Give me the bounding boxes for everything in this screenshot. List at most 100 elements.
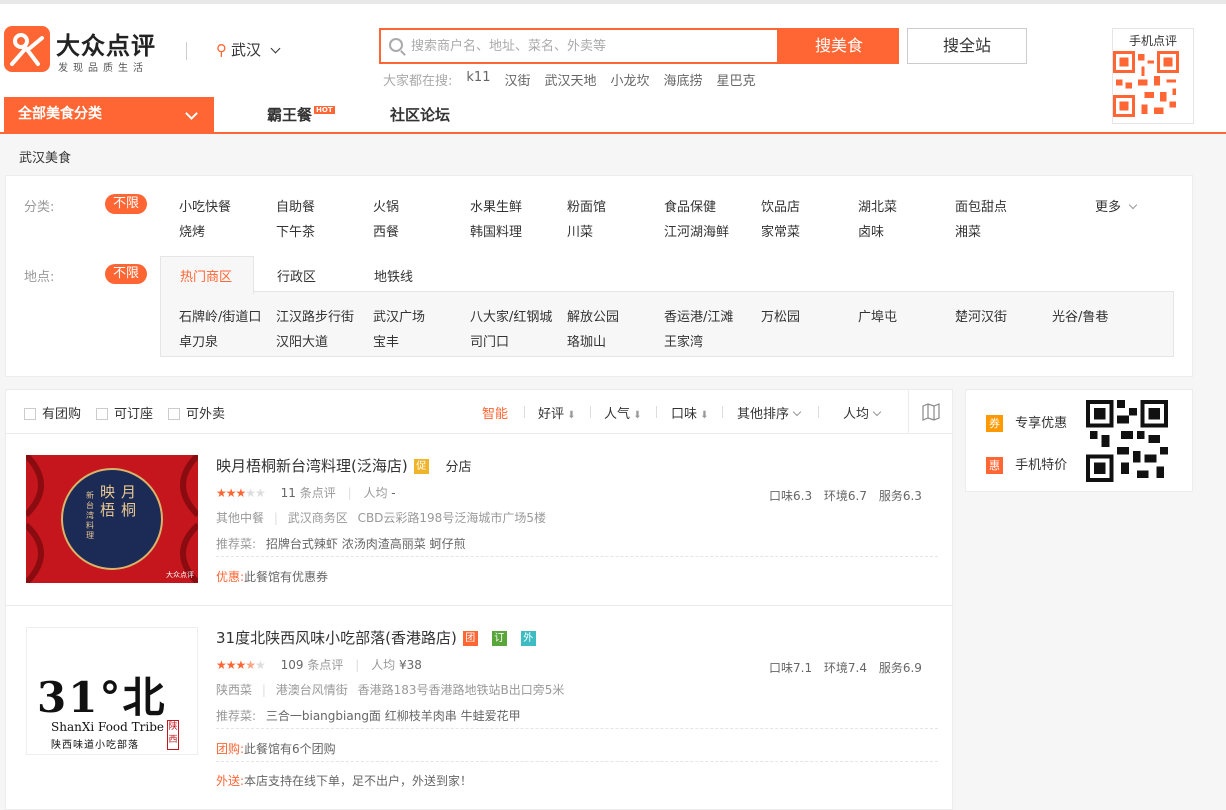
nav-item-bawangcan[interactable]: 霸王餐 HOT xyxy=(267,104,335,125)
review-count-link[interactable]: 11 条点评 xyxy=(281,486,336,500)
tab-hot-area[interactable]: 热门商区 xyxy=(180,266,232,285)
category-option[interactable]: 火锅 xyxy=(373,196,399,215)
nav-item-forum[interactable]: 社区论坛 xyxy=(390,104,450,125)
dish-link[interactable]: 牛蛙爱花甲 xyxy=(461,709,521,723)
sort-rating[interactable]: 好评 ⬇ xyxy=(538,403,576,422)
location-option[interactable]: 八大家/红钢城 xyxy=(470,306,552,325)
promo-row[interactable]: 优惠:此餐馆有优惠券 xyxy=(216,568,328,585)
takeout-badge[interactable]: 外 xyxy=(520,631,536,646)
shop-image[interactable]: 31°北 ShanXi Food Tribe 陕西味道小吃部落 陕西 xyxy=(26,627,198,755)
location-option[interactable]: 广埠屯 xyxy=(858,306,897,325)
location-option[interactable]: 江汉路步行街 xyxy=(276,306,354,325)
tab-metro[interactable]: 地铁线 xyxy=(374,266,413,285)
category-option[interactable]: 江河湖海鲜 xyxy=(664,221,729,240)
shop-name[interactable]: 31度北陕西风味小吃部落(香港路店) xyxy=(216,629,457,647)
promo-key: 团购: xyxy=(216,742,245,756)
logo-text[interactable]: 大众点评 xyxy=(56,26,156,61)
category-unlimited-button[interactable]: 不限 xyxy=(105,194,147,214)
hot-keyword[interactable]: 汉街 xyxy=(504,70,530,89)
more-categories-button[interactable]: 更多 xyxy=(1095,196,1138,215)
category-option[interactable]: 烧烤 xyxy=(179,221,205,240)
sort-taste[interactable]: 口味 ⬇ xyxy=(671,403,709,422)
search-input[interactable] xyxy=(381,30,777,62)
shop-name[interactable]: 映月梧桐新台湾料理(泛海店) xyxy=(216,457,408,475)
groupon-badge[interactable]: 团 xyxy=(462,631,478,646)
location-option[interactable]: 武汉广场 xyxy=(373,306,425,325)
map-view-button[interactable] xyxy=(908,390,952,434)
location-option[interactable]: 王家湾 xyxy=(664,331,703,350)
location-option[interactable]: 宝丰 xyxy=(373,331,399,350)
category-option[interactable]: 自助餐 xyxy=(276,196,315,215)
all-categories-menu[interactable]: 全部美食分类 xyxy=(4,97,214,132)
category-option[interactable]: 面包甜点 xyxy=(955,196,1007,215)
dish-link[interactable]: 招牌台式辣虾 xyxy=(266,537,338,551)
location-option[interactable]: 解放公园 xyxy=(567,306,619,325)
search-food-button[interactable]: 搜美食 xyxy=(779,28,899,64)
category-option[interactable]: 湘菜 xyxy=(955,221,981,240)
dish-link[interactable]: 浓汤肉渣高丽菜 xyxy=(342,537,426,551)
hot-keyword[interactable]: 小龙坎 xyxy=(611,70,650,89)
sort-avg-price[interactable]: 人均 xyxy=(843,403,882,422)
category-option[interactable]: 小吃快餐 xyxy=(179,196,231,215)
category-option[interactable]: 家常菜 xyxy=(761,221,800,240)
location-option[interactable]: 汉阳大道 xyxy=(276,331,328,350)
category-option[interactable]: 饮品店 xyxy=(761,196,800,215)
location-option[interactable]: 香运港/江滩 xyxy=(664,306,733,325)
category-option[interactable]: 食品保健 xyxy=(664,196,716,215)
shop-logo-text: 31°北 xyxy=(37,673,167,722)
hot-keyword[interactable]: 海底捞 xyxy=(664,70,703,89)
shop-image[interactable]: 映月 梧桐 新台湾料理 大众点评 xyxy=(26,455,198,583)
promo-badge[interactable]: 促 xyxy=(413,459,429,474)
shop-scores: 口味6.3 环境6.7 服务6.3 xyxy=(769,487,922,504)
search-all-button[interactable]: 搜全站 xyxy=(907,28,1027,64)
category-option[interactable]: 韩国料理 xyxy=(470,221,522,240)
mobile-qr-box[interactable]: 手机点评 xyxy=(1112,28,1194,124)
location-option[interactable]: 珞珈山 xyxy=(567,331,606,350)
checkbox-groupon[interactable]: 有团购 xyxy=(24,403,81,422)
location-option[interactable]: 司门口 xyxy=(470,331,509,350)
cuisine-tag[interactable]: 陕西菜 xyxy=(216,683,252,697)
category-option[interactable]: 西餐 xyxy=(373,221,399,240)
cuisine-tag[interactable]: 其他中餐 xyxy=(216,511,264,525)
sort-other[interactable]: 其他排序 xyxy=(737,403,802,422)
branch-link[interactable]: 分店 xyxy=(446,460,472,475)
category-option[interactable]: 水果生鲜 xyxy=(470,196,522,215)
district-tag[interactable]: 武汉商务区 xyxy=(288,511,348,525)
avg-label: 人均 xyxy=(371,658,396,672)
dish-link[interactable]: 红柳枝羊肉串 xyxy=(385,709,457,723)
side-item-special[interactable]: 惠 手机特价 xyxy=(986,454,1067,474)
breadcrumb[interactable]: 武汉美食 xyxy=(19,147,71,166)
location-option[interactable]: 石牌岭/街道口 xyxy=(179,306,261,325)
city-selector[interactable]: ⚲ 武汉 xyxy=(216,39,281,60)
location-unlimited-button[interactable]: 不限 xyxy=(105,264,147,284)
tab-district[interactable]: 行政区 xyxy=(277,266,316,285)
category-option[interactable]: 湖北菜 xyxy=(858,196,897,215)
category-option[interactable]: 卤味 xyxy=(858,221,884,240)
category-option[interactable]: 川菜 xyxy=(567,221,593,240)
location-option[interactable]: 卓刀泉 xyxy=(179,331,218,350)
review-count-link[interactable]: 109 条点评 xyxy=(281,658,344,672)
logo-icon[interactable] xyxy=(4,26,50,72)
promo-row[interactable]: 外送:本店支持在线下单，足不出户，外送到家！ xyxy=(216,772,472,789)
location-option[interactable]: 万松园 xyxy=(761,306,800,325)
district-tag[interactable]: 港澳台风情街 xyxy=(276,683,348,697)
category-option[interactable]: 下午茶 xyxy=(276,221,315,240)
side-item-coupon[interactable]: 券 专享优惠 xyxy=(986,412,1067,432)
hot-keyword[interactable]: k11 xyxy=(466,70,490,89)
hot-badge: HOT xyxy=(314,106,335,114)
hot-keyword[interactable]: 星巴克 xyxy=(717,70,756,89)
dish-link[interactable]: 三合一biangbiang面 xyxy=(266,709,381,723)
checkbox-reservation[interactable]: 可订座 xyxy=(96,403,153,422)
location-option[interactable]: 楚河汉街 xyxy=(955,306,1007,325)
promo-row[interactable]: 团购:此餐馆有6个团购 xyxy=(216,740,336,757)
category-option[interactable]: 粉面馆 xyxy=(567,196,606,215)
qr-label: 手机点评 xyxy=(1128,34,1177,48)
sort-smart[interactable]: 智能 xyxy=(482,403,508,422)
location-pin-icon: ⚲ xyxy=(216,41,227,59)
dish-link[interactable]: 蚵仔煎 xyxy=(430,537,466,551)
sort-popularity[interactable]: 人气 ⬇ xyxy=(604,403,642,422)
location-option[interactable]: 光谷/鲁巷 xyxy=(1052,306,1108,325)
checkbox-takeout[interactable]: 可外卖 xyxy=(168,403,225,422)
hot-keyword[interactable]: 武汉天地 xyxy=(544,70,596,89)
reservation-badge[interactable]: 订 xyxy=(491,631,507,646)
